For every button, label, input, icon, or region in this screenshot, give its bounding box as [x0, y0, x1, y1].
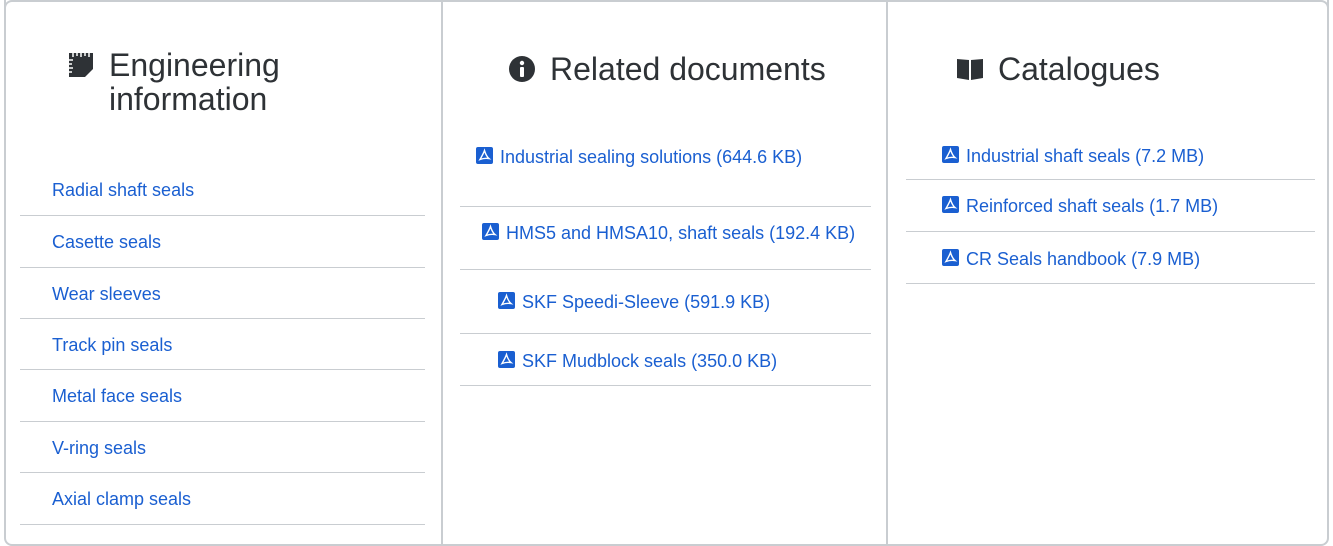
list-item[interactable]: Reinforced shaft seals (1.7 MB) [906, 180, 1315, 232]
catalogues-heading: Catalogues [956, 52, 1160, 86]
link-axial-clamp-seals[interactable]: Axial clamp seals [52, 489, 191, 509]
catalogues-title: Catalogues [998, 51, 1160, 87]
link-radial-shaft-seals[interactable]: Radial shaft seals [52, 180, 194, 200]
link-hms5-hmsa10-shaft-seals[interactable]: HMS5 and HMSA10, shaft seals (192.4 KB) [506, 223, 855, 243]
list-item[interactable]: Track pin seals [20, 319, 425, 370]
link-track-pin-seals[interactable]: Track pin seals [52, 335, 172, 355]
related-link-list: Industrial sealing solutions (644.6 KB) … [460, 143, 871, 386]
list-item[interactable]: Axial clamp seals [20, 473, 425, 525]
list-item[interactable]: SKF Speedi-Sleeve (591.9 KB) [460, 270, 871, 334]
pdf-file-icon [498, 351, 515, 368]
pdf-file-icon [942, 196, 959, 213]
list-item[interactable]: CR Seals handbook (7.9 MB) [906, 232, 1315, 284]
related-column: Related documents Industrial sealing sol… [460, 0, 871, 546]
column-divider-2 [886, 0, 888, 546]
list-item[interactable]: Industrial sealing solutions (644.6 KB) [460, 143, 871, 207]
pdf-file-icon [942, 249, 959, 266]
list-item[interactable]: V-ring seals [20, 422, 425, 473]
list-item[interactable]: Metal face seals [20, 370, 425, 422]
link-cr-seals-handbook[interactable]: CR Seals handbook (7.9 MB) [966, 249, 1200, 269]
list-item[interactable]: Industrial shaft seals (7.2 MB) [906, 129, 1315, 180]
engineering-title: Engineering information [109, 47, 280, 117]
column-divider-1 [441, 0, 443, 546]
list-item[interactable]: Radial shaft seals [20, 164, 425, 216]
link-reinforced-shaft-seals[interactable]: Reinforced shaft seals (1.7 MB) [966, 196, 1218, 216]
info-circle-icon [509, 56, 535, 82]
link-skf-mudblock-seals[interactable]: SKF Mudblock seals (350.0 KB) [522, 351, 777, 371]
pdf-file-icon [476, 147, 493, 164]
list-item[interactable]: HMS5 and HMSA10, shaft seals (192.4 KB) [460, 207, 871, 270]
pdf-file-icon [482, 223, 499, 240]
link-metal-face-seals[interactable]: Metal face seals [52, 386, 182, 406]
engineering-column: Engineering information Radial shaft sea… [20, 0, 425, 546]
engineering-heading: Engineering information [67, 48, 280, 116]
related-title: Related documents [550, 51, 826, 87]
ruler-notebook-icon [69, 53, 93, 77]
link-skf-speedi-sleeve[interactable]: SKF Speedi-Sleeve (591.9 KB) [522, 292, 770, 312]
link-industrial-sealing-solutions[interactable]: Industrial sealing solutions (644.6 KB) [500, 147, 802, 167]
list-item[interactable]: SKF Mudblock seals (350.0 KB) [460, 334, 871, 386]
open-book-icon [957, 59, 983, 80]
related-heading: Related documents [508, 52, 826, 86]
list-item[interactable]: Casette seals [20, 216, 425, 268]
engineering-link-list: Radial shaft seals Casette seals Wear sl… [20, 164, 425, 525]
catalogues-column: Catalogues Industrial shaft seals (7.2 M… [906, 0, 1315, 546]
link-casette-seals[interactable]: Casette seals [52, 232, 161, 252]
list-item[interactable]: Wear sleeves [20, 268, 425, 319]
link-industrial-shaft-seals[interactable]: Industrial shaft seals (7.2 MB) [966, 146, 1204, 166]
pdf-file-icon [498, 292, 515, 309]
pdf-file-icon [942, 146, 959, 163]
catalogues-link-list: Industrial shaft seals (7.2 MB) Reinforc… [906, 129, 1315, 284]
link-v-ring-seals[interactable]: V-ring seals [52, 438, 146, 458]
link-wear-sleeves[interactable]: Wear sleeves [52, 284, 161, 304]
